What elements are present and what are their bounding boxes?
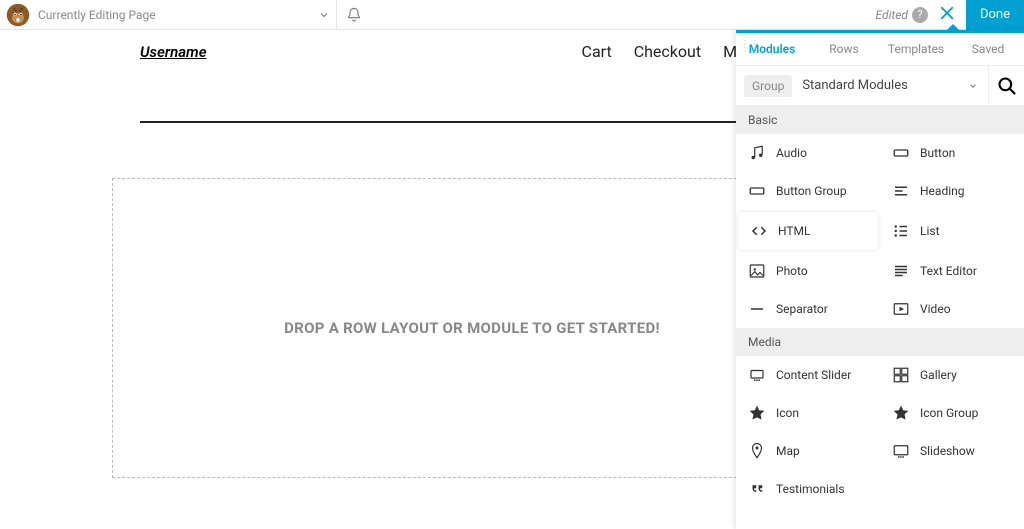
module-slideshow[interactable]: Slideshow xyxy=(880,432,1024,470)
chevron-down-icon xyxy=(968,81,978,91)
image-icon xyxy=(748,262,766,280)
module-list[interactable]: List xyxy=(880,210,1024,252)
module-label: Video xyxy=(920,302,951,316)
content-panel: ⋮⋮⋮⋮ Modules Rows Templates Saved Group … xyxy=(736,30,1024,529)
close-icon xyxy=(938,4,956,22)
module-label: Photo xyxy=(776,264,808,278)
list-icon xyxy=(892,222,910,240)
notifications-button[interactable] xyxy=(337,0,371,30)
module-label: Separator xyxy=(776,302,828,316)
module-label: List xyxy=(920,224,940,238)
code-icon xyxy=(750,222,768,240)
video-icon xyxy=(892,300,910,318)
modules-media: Content Slider Gallery Icon Icon Group M… xyxy=(736,356,1024,508)
tab-saved[interactable]: Saved xyxy=(952,33,1024,65)
text-icon xyxy=(892,262,910,280)
help-icon[interactable]: ? xyxy=(912,7,928,23)
empty-drop-zone[interactable]: DROP A ROW LAYOUT OR MODULE TO GET START… xyxy=(112,178,832,478)
chevron-down-icon xyxy=(318,9,330,21)
module-label: HTML xyxy=(778,224,811,238)
module-label: Button Group xyxy=(776,184,847,198)
search-icon xyxy=(997,76,1017,96)
button-group-icon xyxy=(748,182,766,200)
module-audio[interactable]: Audio xyxy=(736,134,880,172)
module-text-editor[interactable]: Text Editor xyxy=(880,252,1024,290)
module-button[interactable]: Button xyxy=(880,134,1024,172)
panel-search-button[interactable] xyxy=(988,66,1024,106)
page-dropdown-toggle[interactable] xyxy=(312,0,336,30)
module-html[interactable]: HTML xyxy=(738,212,878,250)
top-toolbar: Currently Editing Page Edited ? Done xyxy=(0,0,1024,30)
module-label: Icon xyxy=(776,406,799,420)
top-toolbar-left: Currently Editing Page xyxy=(0,0,371,29)
gallery-icon xyxy=(892,366,910,384)
drop-zone-text: DROP A ROW LAYOUT OR MODULE TO GET START… xyxy=(284,319,660,337)
module-label: Gallery xyxy=(920,368,957,382)
module-heading[interactable]: Heading xyxy=(880,172,1024,210)
beaver-logo[interactable] xyxy=(6,3,30,27)
pin-icon xyxy=(748,442,766,460)
modules-basic: Audio Button Button Group Heading HTML L… xyxy=(736,134,1024,328)
slider-icon xyxy=(748,366,766,384)
module-label: Slideshow xyxy=(920,444,975,458)
module-map[interactable]: Map xyxy=(736,432,880,470)
star-icon xyxy=(892,404,910,422)
module-button-group[interactable]: Button Group xyxy=(736,172,880,210)
done-button[interactable]: Done xyxy=(966,0,1024,30)
module-label: Content Slider xyxy=(776,368,851,382)
button-icon xyxy=(892,144,910,162)
edited-status: Edited xyxy=(876,8,912,22)
module-label: Heading xyxy=(920,184,965,198)
module-separator[interactable]: Separator xyxy=(736,290,880,328)
quote-icon xyxy=(748,480,766,498)
section-head-media: Media xyxy=(736,328,1024,356)
module-gallery[interactable]: Gallery xyxy=(880,356,1024,394)
module-photo[interactable]: Photo xyxy=(736,252,880,290)
module-video[interactable]: Video xyxy=(880,290,1024,328)
group-select[interactable]: Standard Modules xyxy=(792,78,988,93)
bell-icon xyxy=(346,7,362,23)
module-label: Testimonials xyxy=(776,482,845,496)
panel-scroll-area[interactable]: Basic Audio Button Button Group Heading … xyxy=(736,106,1024,529)
slideshow-icon xyxy=(892,442,910,460)
module-label: Icon Group xyxy=(920,406,978,420)
module-icon[interactable]: Icon xyxy=(736,394,880,432)
site-title[interactable]: Username xyxy=(140,43,207,61)
currently-editing-label[interactable]: Currently Editing Page xyxy=(36,8,162,22)
group-selected-label: Standard Modules xyxy=(802,78,908,93)
panel-filter-row: Group Standard Modules xyxy=(736,66,1024,106)
module-label: Text Editor xyxy=(920,264,977,278)
module-label: Button xyxy=(920,146,955,160)
nav-link-checkout[interactable]: Checkout xyxy=(634,42,701,61)
star-icon xyxy=(748,404,766,422)
heading-icon xyxy=(892,182,910,200)
panel-arrow xyxy=(946,24,960,31)
separator-icon xyxy=(748,300,766,318)
group-toggle[interactable]: Group xyxy=(744,75,792,97)
module-label: Map xyxy=(776,444,800,458)
panel-tabs: Modules Rows Templates Saved xyxy=(736,33,1024,66)
section-head-basic: Basic xyxy=(736,106,1024,134)
module-testimonials[interactable]: Testimonials xyxy=(736,470,880,508)
close-panel-button[interactable] xyxy=(938,4,956,26)
music-note-icon xyxy=(748,144,766,162)
tab-rows[interactable]: Rows xyxy=(808,33,880,65)
nav-link-cart[interactable]: Cart xyxy=(582,42,612,61)
module-icon-group[interactable]: Icon Group xyxy=(880,394,1024,432)
panel-drag-handle[interactable]: ⋮⋮⋮⋮ xyxy=(740,43,760,51)
module-content-slider[interactable]: Content Slider xyxy=(736,356,880,394)
module-label: Audio xyxy=(776,146,807,160)
tab-templates[interactable]: Templates xyxy=(880,33,952,65)
